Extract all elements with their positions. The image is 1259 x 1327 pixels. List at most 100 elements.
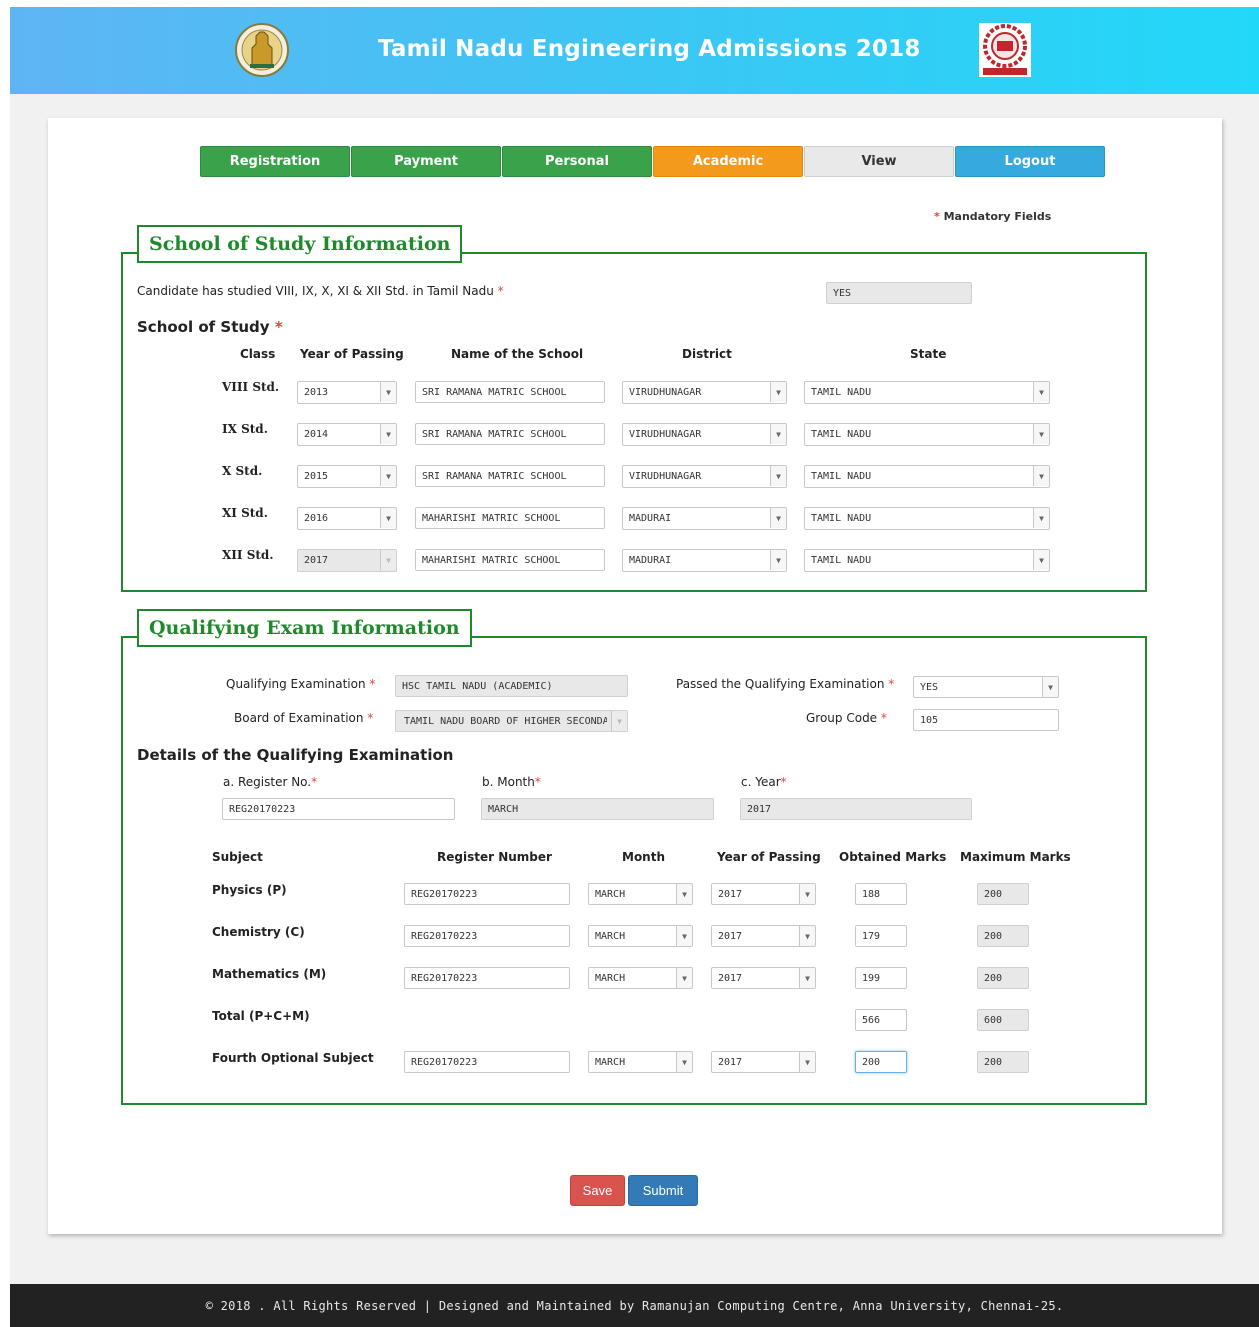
required-asterisk: * bbox=[888, 677, 895, 691]
register-no-input[interactable]: REG20170223 bbox=[222, 798, 455, 820]
district-select[interactable]: VIRUDHUNAGAR ▼ bbox=[622, 381, 787, 404]
subject-month-select[interactable]: MARCH ▼ bbox=[588, 883, 693, 905]
total-obtained-field[interactable]: 566 bbox=[855, 1009, 907, 1031]
tamil-nadu-emblem-logo bbox=[235, 23, 289, 77]
submit-button[interactable]: Submit bbox=[628, 1175, 698, 1206]
qualifying-exam-label-text: Qualifying Examination bbox=[226, 677, 366, 691]
subject-maximum-field: 200 bbox=[977, 883, 1029, 905]
tab-academic[interactable]: Academic bbox=[653, 146, 803, 177]
school-name-input[interactable]: SRI RAMANA MATRIC SCHOOL bbox=[415, 423, 605, 445]
year-select[interactable]: 2017 ▼ bbox=[297, 549, 397, 572]
school-section-legend: School of Study Information bbox=[137, 225, 463, 263]
chevron-down-icon: ▼ bbox=[1033, 550, 1049, 570]
tab-payment[interactable]: Payment bbox=[351, 146, 501, 177]
subject-month-select[interactable]: MARCH ▼ bbox=[588, 967, 693, 989]
chevron-down-icon: ▼ bbox=[676, 1052, 692, 1072]
district-select[interactable]: VIRUDHUNAGAR ▼ bbox=[622, 423, 787, 446]
required-asterisk: * bbox=[311, 775, 318, 789]
year-select-value: 2017 bbox=[304, 555, 329, 566]
district-select[interactable]: MADURAI ▼ bbox=[622, 507, 787, 530]
school-name-input[interactable]: MAHARISHI MATRIC SCHOOL bbox=[415, 549, 605, 571]
required-asterisk: * bbox=[367, 711, 374, 725]
subject-register-input[interactable]: REG20170223 bbox=[404, 967, 570, 989]
qualifying-exam-label: Qualifying Examination * bbox=[226, 677, 375, 691]
board-select[interactable]: TAMIL NADU BOARD OF HIGHER SECONDARY ▼ bbox=[395, 710, 628, 732]
save-button[interactable]: Save bbox=[570, 1175, 625, 1206]
tab-view[interactable]: View bbox=[804, 146, 954, 177]
school-of-study-section bbox=[121, 252, 1147, 592]
state-select[interactable]: TAMIL NADU ▼ bbox=[804, 381, 1050, 404]
state-select-value: TAMIL NADU bbox=[811, 429, 872, 440]
district-select[interactable]: VIRUDHUNAGAR ▼ bbox=[622, 465, 787, 488]
chevron-down-icon: ▼ bbox=[380, 424, 396, 444]
fourth-month-value: MARCH bbox=[595, 1056, 626, 1068]
passed-label: Passed the Qualifying Examination * bbox=[676, 677, 894, 691]
col-header-month: Month bbox=[622, 850, 666, 864]
subject-year-select[interactable]: 2017 ▼ bbox=[711, 925, 816, 947]
details-heading: Details of the Qualifying Examination bbox=[137, 746, 454, 764]
mandatory-note: * Mandatory Fields bbox=[934, 210, 1051, 223]
fourth-month-select[interactable]: MARCH ▼ bbox=[588, 1051, 693, 1073]
year-select[interactable]: 2013 ▼ bbox=[297, 381, 397, 404]
chevron-down-icon: ▼ bbox=[1033, 508, 1049, 528]
subject-obtained-input[interactable]: 188 bbox=[855, 883, 907, 905]
register-no-label-text: a. Register No. bbox=[223, 775, 312, 789]
year-select[interactable]: 2016 ▼ bbox=[297, 507, 397, 530]
district-select[interactable]: MADURAI ▼ bbox=[622, 549, 787, 572]
year-select-value: 2016 bbox=[304, 513, 329, 524]
state-select[interactable]: TAMIL NADU ▼ bbox=[804, 549, 1050, 572]
tab-registration[interactable]: Registration bbox=[200, 146, 350, 177]
subject-register-input[interactable]: REG20170223 bbox=[404, 883, 570, 905]
school-of-study-heading: School of Study * bbox=[137, 318, 283, 336]
year-select[interactable]: 2014 ▼ bbox=[297, 423, 397, 446]
year-select-value: 2014 bbox=[304, 429, 329, 440]
required-asterisk: * bbox=[369, 677, 376, 691]
chevron-down-icon: ▼ bbox=[676, 926, 692, 946]
subject-year-select[interactable]: 2017 ▼ bbox=[711, 883, 816, 905]
class-label: XII Std. bbox=[222, 548, 274, 562]
year-label-text: c. Year bbox=[741, 775, 781, 789]
chevron-down-icon: ▼ bbox=[676, 884, 692, 904]
state-select-value: TAMIL NADU bbox=[811, 387, 872, 398]
subject-obtained-input[interactable]: 179 bbox=[855, 925, 907, 947]
class-label: X Std. bbox=[222, 464, 263, 478]
year-field[interactable]: 2017 bbox=[740, 798, 972, 820]
register-no-label: a. Register No.* bbox=[223, 775, 317, 789]
year-select[interactable]: 2015 ▼ bbox=[297, 465, 397, 488]
page-title: Tamil Nadu Engineering Admissions 2018 bbox=[378, 36, 921, 62]
subject-year-select[interactable]: 2017 ▼ bbox=[711, 967, 816, 989]
subject-register-input[interactable]: REG20170223 bbox=[404, 925, 570, 947]
state-select[interactable]: TAMIL NADU ▼ bbox=[804, 507, 1050, 530]
subject-label: Physics (P) bbox=[212, 883, 287, 897]
year-select-value: 2015 bbox=[304, 471, 329, 482]
subject-year-value: 2017 bbox=[718, 972, 743, 984]
tn-study-answer[interactable]: YES bbox=[826, 282, 972, 304]
fourth-subject-label: Fourth Optional Subject bbox=[212, 1051, 374, 1065]
year-label: c. Year* bbox=[741, 775, 787, 789]
group-code-input[interactable]: 105 bbox=[913, 709, 1059, 731]
school-name-input[interactable]: MAHARISHI MATRIC SCHOOL bbox=[415, 507, 605, 529]
passed-select[interactable]: YES ▼ bbox=[913, 676, 1059, 698]
footer: © 2018 . All Rights Reserved | Designed … bbox=[10, 1284, 1259, 1327]
fourth-register-input[interactable]: REG20170223 bbox=[404, 1051, 570, 1073]
chevron-down-icon: ▼ bbox=[1042, 677, 1058, 697]
qualifying-exam-field[interactable]: HSC TAMIL NADU (ACADEMIC) bbox=[395, 675, 628, 697]
state-select[interactable]: TAMIL NADU ▼ bbox=[804, 465, 1050, 488]
month-field[interactable]: MARCH bbox=[481, 798, 714, 820]
school-name-input[interactable]: SRI RAMANA MATRIC SCHOOL bbox=[415, 381, 605, 403]
subject-obtained-input[interactable]: 199 bbox=[855, 967, 907, 989]
tab-personal[interactable]: Personal bbox=[502, 146, 652, 177]
fourth-year-value: 2017 bbox=[718, 1056, 743, 1068]
group-code-label: Group Code * bbox=[806, 711, 887, 725]
chevron-down-icon: ▼ bbox=[380, 466, 396, 486]
school-name-input[interactable]: SRI RAMANA MATRIC SCHOOL bbox=[415, 465, 605, 487]
anna-university-logo bbox=[979, 23, 1031, 77]
tn-study-question: Candidate has studied VIII, IX, X, XI & … bbox=[137, 284, 504, 298]
board-label: Board of Examination * bbox=[234, 711, 373, 725]
col-header-district: District bbox=[682, 347, 732, 361]
tab-logout[interactable]: Logout bbox=[955, 146, 1105, 177]
fourth-year-select[interactable]: 2017 ▼ bbox=[711, 1051, 816, 1073]
state-select[interactable]: TAMIL NADU ▼ bbox=[804, 423, 1050, 446]
fourth-obtained-input[interactable]: 200 bbox=[855, 1051, 907, 1073]
subject-month-select[interactable]: MARCH ▼ bbox=[588, 925, 693, 947]
